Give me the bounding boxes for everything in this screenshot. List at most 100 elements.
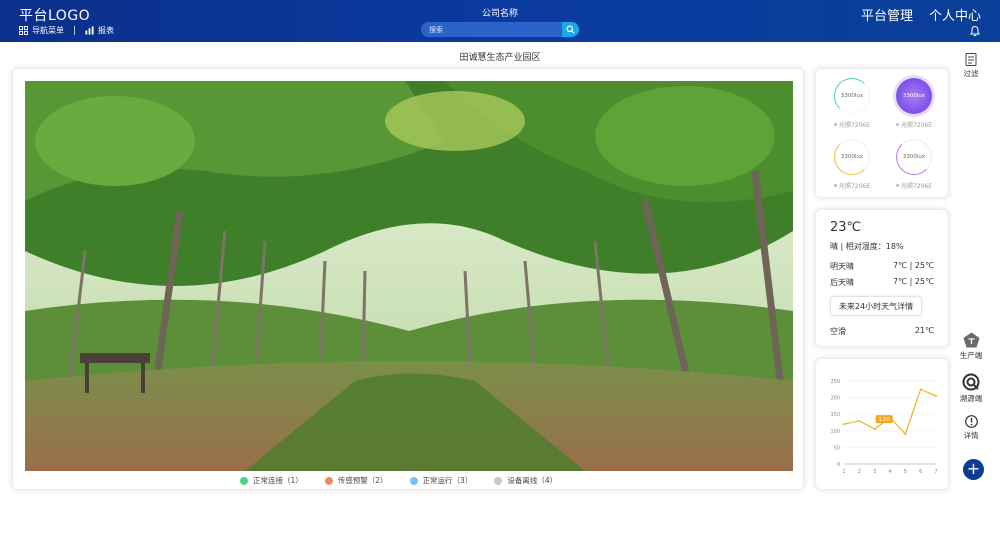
forecast-range: 7℃ | 25℃ <box>892 277 934 286</box>
data-point <box>904 433 907 436</box>
x-tick-label: 5 <box>904 469 907 475</box>
trace-icon <box>962 373 980 391</box>
sensor-caption: 光照7206E <box>900 183 933 190</box>
vineyard-illustration <box>25 81 793 471</box>
status-dot <box>409 476 418 485</box>
tooltip-label: 1.00 <box>879 417 890 423</box>
filter-label: 过滤 <box>963 69 979 78</box>
search-button[interactable] <box>562 22 579 37</box>
x-tick-label: 3 <box>873 469 876 475</box>
production-label: 生产端 <box>959 351 983 360</box>
report-link[interactable]: 报表 <box>85 25 114 36</box>
y-tick-label: 0 <box>837 462 840 468</box>
vineyard-photo <box>25 81 793 471</box>
y-tick-label: 150 <box>830 412 840 418</box>
park-title: 田诚慧生态产业园区 <box>459 53 541 63</box>
bell-icon[interactable] <box>969 25 981 37</box>
y-tick-label: 50 <box>834 445 840 451</box>
y-tick-label: 200 <box>830 396 840 402</box>
search-icon <box>566 25 575 34</box>
sensor-gauge: 3300lux <box>896 139 932 175</box>
trend-chart-panel: 0 50 100 150 200 250 1 2 3 4 5 6 7 1.00 <box>815 358 949 490</box>
info-icon <box>964 415 978 428</box>
sensor-gauge: 3300lux <box>834 139 870 175</box>
forecast-24h-button[interactable]: 未来24小时天气详情 <box>830 296 922 316</box>
add-button[interactable]: + <box>963 459 984 480</box>
sensor-panel: 3300lux 光照7206E 3300lux 光照7206E 3300lux … <box>815 68 949 198</box>
legend-item[interactable]: 传感预警（2） <box>324 475 388 486</box>
status-dot <box>240 476 248 485</box>
legend-item[interactable]: 正常连接（1） <box>240 475 303 486</box>
x-tick-label: 4 <box>888 469 891 475</box>
top-right-menu: 平台管理 个人中心 <box>861 5 981 24</box>
legend-label: 传感预警（2） <box>337 476 388 485</box>
weather-condition: 晴 | 相对湿度：18% <box>830 242 904 251</box>
weather-panel: 23℃ 晴 | 相对湿度：18% 明天晴 7℃ | 25℃ 后天晴 7℃ | 2… <box>815 209 949 347</box>
sensor-tile[interactable]: 3300lux 光照7206E <box>822 78 882 134</box>
nav-divider <box>74 26 75 35</box>
legend-item[interactable]: 正常运行（3） <box>409 475 473 486</box>
status-dot <box>494 476 503 485</box>
sensor-value: 3300lux <box>840 93 864 99</box>
data-point <box>935 394 937 397</box>
legend-item[interactable]: 设备离线（4） <box>494 475 557 486</box>
sensor-tile[interactable]: 3300lux 光照7206E <box>884 78 944 134</box>
y-tick-label: 250 <box>830 379 840 385</box>
trace-button[interactable]: 溯源端 <box>956 373 986 404</box>
detail-button[interactable]: 详情 <box>956 415 986 441</box>
sensor-value: 3300lux <box>902 154 926 160</box>
x-tick-label: 7 <box>934 469 937 475</box>
personal-center-link[interactable]: 个人中心 <box>929 5 981 24</box>
pentagon-icon <box>963 332 979 348</box>
status-dot <box>324 476 333 485</box>
top-header: 平台LOGO 导航菜单 报表 公司名称 搜索 平台管理 个人中心 <box>0 0 1000 42</box>
platform-manage-link[interactable]: 平台管理 <box>861 5 913 24</box>
data-point <box>858 419 861 422</box>
trend-line-chart: 0 50 100 150 200 250 1 2 3 4 5 6 7 1.00 <box>830 379 937 475</box>
legend-label: 正常连接（1） <box>253 476 303 485</box>
ac-value: 21℃ <box>914 326 934 335</box>
production-button[interactable]: 生产端 <box>956 332 986 361</box>
trace-label: 溯源端 <box>959 394 983 403</box>
detail-label: 详情 <box>963 431 979 440</box>
x-tick-label: 6 <box>919 469 922 475</box>
device-status-legend: 正常连接（1） 传感预警（2） 正常运行（3） 设备离线（4） <box>240 475 557 486</box>
data-point <box>919 388 922 391</box>
forecast-row: 明天晴 7℃ | 25℃ <box>830 261 934 272</box>
legend-label: 设备离线（4） <box>507 476 558 485</box>
data-point <box>873 428 876 431</box>
forecast-day: 明天晴 <box>830 262 854 271</box>
company-name: 公司名称 <box>481 9 518 19</box>
sensor-value: 3300lux <box>902 93 926 99</box>
grid-icon <box>19 26 28 35</box>
legend-label: 正常运行（3） <box>422 476 473 485</box>
sensor-gauge: 3300lux <box>834 78 870 114</box>
forecast-day: 后天晴 <box>830 278 854 287</box>
series-line <box>843 388 937 436</box>
sensor-value: 3300lux <box>840 154 864 160</box>
x-tick-label: 2 <box>858 469 861 475</box>
nav-menu-label: 导航菜单 <box>32 26 64 35</box>
ac-label: 空滑 <box>830 327 846 336</box>
sensor-caption: 光照7206E <box>900 122 933 129</box>
main-view-card: 正常连接（1） 传感预警（2） 正常运行（3） 设备离线（4） <box>12 68 804 490</box>
forecast-range: 7℃ | 25℃ <box>892 261 934 270</box>
report-label: 报表 <box>98 26 114 35</box>
search-input[interactable] <box>421 22 562 37</box>
ac-row: 空滑 21℃ <box>830 326 934 337</box>
x-tick-label: 1 <box>842 469 845 475</box>
bar-chart-icon <box>85 26 94 35</box>
y-tick-label: 100 <box>830 429 840 435</box>
sensor-caption: 光照7206E <box>838 183 871 190</box>
search-box <box>421 22 579 37</box>
filter-button[interactable]: 过滤 <box>956 53 986 79</box>
filter-icon <box>965 53 977 66</box>
current-temperature: 23℃ <box>830 220 862 235</box>
nav-menu-link[interactable]: 导航菜单 <box>19 25 64 36</box>
data-point <box>843 423 845 426</box>
sensor-tile[interactable]: 3300lux 光照7206E <box>884 139 944 195</box>
header-nav: 导航菜单 报表 <box>19 25 114 36</box>
forecast-row: 后天晴 7℃ | 25℃ <box>830 277 934 288</box>
sensor-caption: 光照7206E <box>838 122 871 129</box>
sensor-tile[interactable]: 3300lux 光照7206E <box>822 139 882 195</box>
